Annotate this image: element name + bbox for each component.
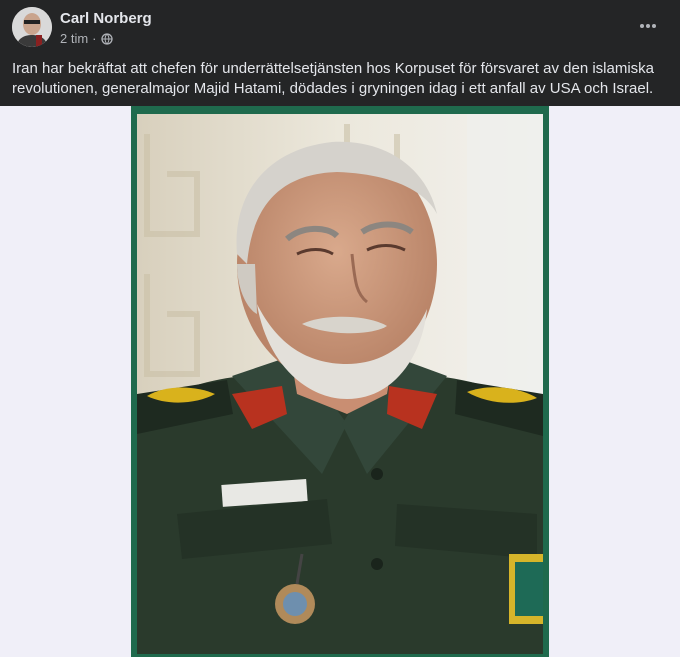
meta-separator: · <box>92 31 97 46</box>
author-avatar[interactable] <box>12 7 52 47</box>
post-header: Carl Norberg 2 tim · Iran har bekräftat … <box>0 0 680 106</box>
portrait-image <box>137 114 543 654</box>
more-options-button[interactable] <box>632 12 664 40</box>
post-timestamp[interactable]: 2 tim <box>60 31 88 46</box>
facebook-post: Carl Norberg 2 tim · Iran har bekräftat … <box>0 0 680 657</box>
author-name[interactable]: Carl Norberg <box>60 10 152 27</box>
post-text: Iran har bekräftat att chefen för underr… <box>12 60 655 97</box>
post-photo[interactable] <box>131 106 549 657</box>
post-meta: 2 tim · <box>60 31 113 46</box>
more-options-icon <box>640 24 656 28</box>
globe-icon <box>100 32 113 45</box>
